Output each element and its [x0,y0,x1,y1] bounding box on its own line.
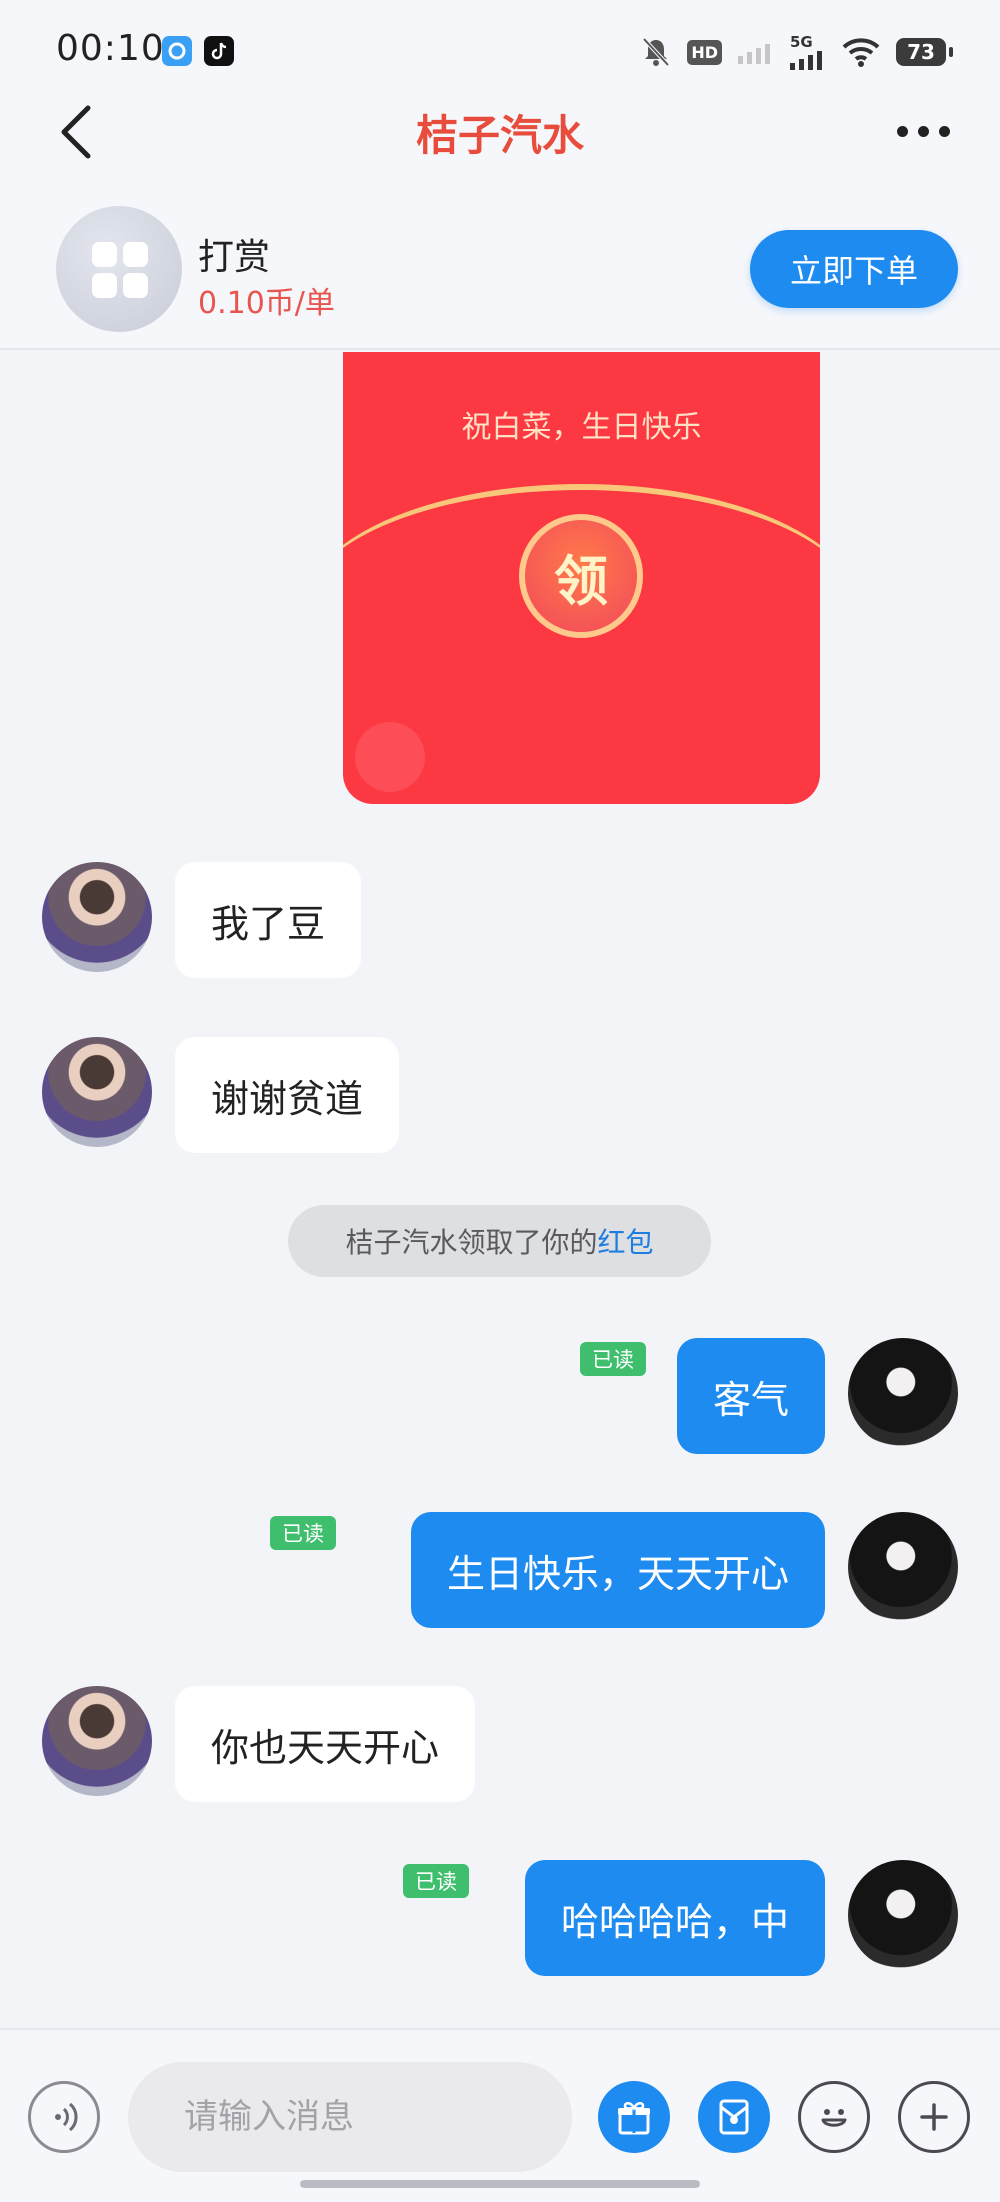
red-packet-card[interactable]: 祝白菜，生日快乐 领 [343,352,820,804]
battery-indicator: 73 [896,38,953,66]
signal-strong-icon [790,50,822,70]
claim-red-packet-button[interactable]: 领 [519,514,643,638]
plus-icon [920,2103,948,2131]
voice-icon [55,2102,78,2132]
home-indicator[interactable] [300,2180,700,2188]
mute-bell-icon [642,37,670,67]
message-bubble-outgoing[interactable]: 哈哈哈哈，中 [524,1860,825,1976]
gift-icon [618,2102,650,2135]
app-notification-icon [162,36,192,66]
voice-button[interactable] [28,2081,100,2153]
more-dot [918,126,929,137]
message-bubble-incoming[interactable]: 谢谢贫道 [175,1037,400,1153]
gift-button[interactable] [598,2081,670,2153]
message-bubble-incoming[interactable]: 你也天天开心 [175,1686,476,1802]
service-price: 0.10币/单 [198,286,335,321]
contact-avatar[interactable] [42,1037,152,1147]
message-bubble-incoming[interactable]: 我了豆 [175,862,362,978]
more-dot [939,126,950,137]
system-notice-text: 桔子汽水领取了你的 [345,1226,598,1259]
status-right-icons: HD 5G 73 [641,32,953,72]
emoji-icon [821,2109,847,2127]
red-packet-decoration [355,722,425,792]
contact-avatar[interactable] [42,1686,152,1796]
more-dot [897,126,908,137]
input-bar [0,2028,1000,2202]
read-receipt: 已读 [270,1516,336,1550]
red-packet-link[interactable]: 红包 [598,1221,654,1261]
network-label: 5G [790,32,813,51]
tiktok-notification-icon [204,36,234,66]
signal-weak-icon [738,44,770,64]
my-avatar[interactable] [848,1860,958,1970]
more-options-button[interactable] [897,126,950,137]
read-receipt: 已读 [580,1342,646,1376]
message-input[interactable] [128,2062,572,2172]
my-avatar[interactable] [848,1338,958,1448]
hd-badge: HD [687,39,722,65]
nav-bar: 桔子汽水 [0,88,1000,178]
chat-title: 桔子汽水 [415,111,584,160]
red-packet-greeting: 祝白菜，生日快乐 [461,410,702,445]
red-packet-button[interactable] [698,2081,770,2153]
contact-avatar[interactable] [42,862,152,972]
read-receipt: 已读 [403,1864,469,1898]
more-actions-button[interactable] [898,2081,970,2153]
my-avatar[interactable] [848,1512,958,1622]
service-title: 打赏 [198,237,271,278]
service-bar: 打赏 0.10币/单 立即下单 [0,178,1000,350]
order-now-button[interactable]: 立即下单 [750,230,958,308]
wifi-icon [842,38,880,67]
system-notice: 桔子汽水领取了你的 红包 [288,1205,711,1277]
signal-5g: 5G [790,32,826,70]
message-bubble-outgoing[interactable]: 客气 [676,1338,825,1454]
message-bubble-outgoing[interactable]: 生日快乐，天天开心 [410,1512,825,1628]
status-time: 00:10 [56,28,165,69]
apps-grid-icon [92,242,148,298]
red-packet-icon [719,2099,749,2135]
emoji-button[interactable] [798,2081,870,2153]
